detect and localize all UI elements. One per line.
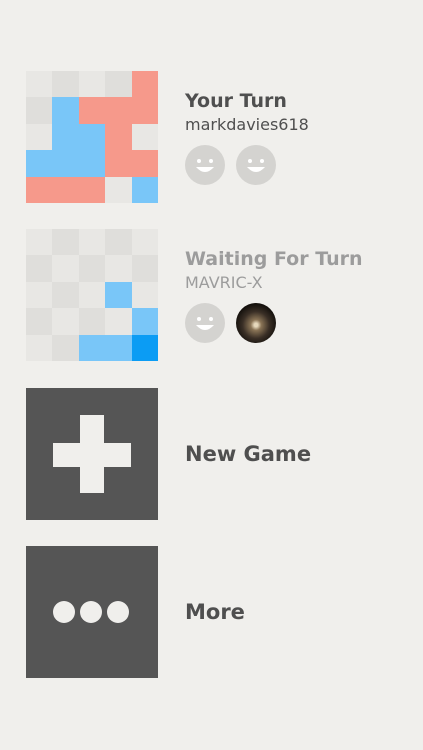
- board-cell: [52, 334, 79, 361]
- board-cell: [26, 255, 53, 282]
- board-cell: [78, 97, 106, 124]
- board-cell: [52, 123, 79, 151]
- board-cell: [105, 308, 132, 335]
- board-cell: [52, 281, 79, 309]
- game-row-waiting[interactable]: Waiting For Turn MAVRIC-X: [26, 229, 406, 361]
- board-cell: [26, 281, 53, 309]
- board-cell: [131, 97, 158, 124]
- board-cell: [105, 281, 132, 309]
- board-cell: [131, 229, 158, 256]
- smiley-avatar-icon: [236, 145, 276, 185]
- board-cell: [105, 229, 132, 256]
- board-cell: [26, 334, 53, 361]
- board-cell: [52, 71, 79, 98]
- board-cell: [131, 150, 158, 177]
- game-status-title: Your Turn: [185, 90, 287, 112]
- board-cell: [105, 334, 132, 361]
- photo-avatar-icon: [236, 303, 276, 343]
- game-status-title: Waiting For Turn: [185, 248, 363, 270]
- board-cell: [105, 255, 132, 282]
- player-avatars: [185, 303, 363, 343]
- board-cell: [78, 229, 106, 256]
- opponent-name: markdavies618: [185, 115, 309, 134]
- board-cell: [26, 71, 53, 98]
- game-board-thumbnail: [26, 71, 158, 203]
- board-cell: [78, 71, 106, 98]
- board-cell: [131, 176, 158, 203]
- board-cell: [131, 281, 158, 309]
- more-label: More: [185, 600, 245, 624]
- board-cell: [105, 150, 132, 177]
- board-cell: [78, 255, 106, 282]
- board-cell: [52, 150, 79, 177]
- board-cell: [105, 71, 132, 98]
- opponent-name: MAVRIC-X: [185, 273, 263, 292]
- game-row-your-turn[interactable]: Your Turn markdavies618: [26, 71, 406, 203]
- more-button[interactable]: More: [26, 546, 406, 678]
- new-game-label: New Game: [185, 442, 312, 466]
- board-cell: [78, 281, 106, 309]
- board-cell: [26, 97, 53, 124]
- board-cell: [131, 123, 158, 151]
- new-game-button[interactable]: New Game: [26, 388, 406, 520]
- board-cell: [26, 176, 53, 203]
- ellipsis-icon: [26, 546, 158, 678]
- board-cell: [52, 229, 79, 256]
- smiley-avatar-icon: [185, 303, 225, 343]
- board-cell: [78, 334, 106, 361]
- board-cell: [78, 123, 106, 151]
- player-avatars: [185, 145, 309, 185]
- board-cell: [105, 97, 132, 124]
- board-cell: [26, 150, 53, 177]
- board-cell: [131, 308, 158, 335]
- game-board-thumbnail: [26, 229, 158, 361]
- board-cell: [78, 308, 106, 335]
- board-cell: [52, 308, 79, 335]
- board-cell: [52, 97, 79, 124]
- board-cell: [131, 255, 158, 282]
- smiley-avatar-icon: [185, 145, 225, 185]
- board-grid: [26, 229, 158, 361]
- plus-icon: [26, 388, 158, 520]
- board-cell: [78, 150, 106, 177]
- board-cell: [52, 255, 79, 282]
- board-cell: [105, 176, 132, 203]
- board-cell: [26, 229, 53, 256]
- board-cell: [26, 123, 53, 151]
- board-cell: [131, 334, 158, 361]
- board-cell: [131, 71, 158, 98]
- board-grid: [26, 71, 158, 203]
- board-cell: [105, 123, 132, 151]
- board-cell: [26, 308, 53, 335]
- board-cell: [52, 176, 79, 203]
- board-cell: [78, 176, 106, 203]
